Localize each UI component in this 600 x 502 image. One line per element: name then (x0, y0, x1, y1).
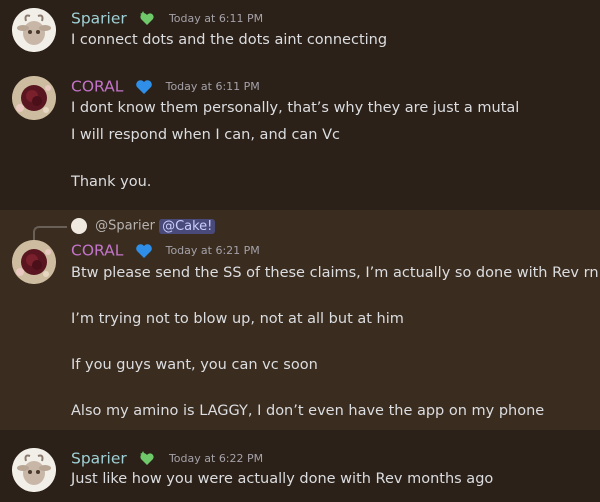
message-text: I’m trying not to blow up, not at all bu… (71, 311, 404, 327)
reply-mention[interactable]: @Cake! (159, 218, 216, 234)
message-group: Sparier Today at 6:11 PM I connect dots … (0, 0, 600, 64)
avatar[interactable] (12, 8, 56, 52)
goat-avatar-icon (12, 8, 56, 52)
rose-avatar-icon (12, 240, 56, 284)
author-name[interactable]: Sparier (71, 450, 127, 468)
message-header: CORAL Today at 6:21 PM (71, 240, 260, 262)
message-header: CORAL Today at 6:11 PM (71, 76, 260, 98)
sparkle-heart-icon (138, 450, 156, 468)
message-text: Also my amino is LAGGY, I don’t even hav… (71, 403, 545, 419)
message-text: Btw please send the SS of these claims, … (71, 265, 599, 281)
message-text: I will respond when I can, and can Vc (71, 127, 340, 143)
message-text: Thank you. (71, 174, 152, 190)
timestamp: Today at 6:11 PM (168, 12, 264, 25)
message-group: Sparier Today at 6:22 PM Just like how y… (0, 430, 600, 502)
reply-spine (33, 226, 67, 240)
author-name[interactable]: Sparier (71, 10, 127, 28)
author-name[interactable]: CORAL (71, 78, 123, 96)
blue-heart-icon (135, 78, 153, 96)
timestamp: Today at 6:11 PM (165, 80, 260, 93)
avatar[interactable] (12, 76, 56, 120)
goat-avatar-icon (71, 218, 87, 234)
timestamp: Today at 6:21 PM (165, 244, 260, 257)
reply-username[interactable]: @Sparier (95, 219, 155, 234)
timestamp: Today at 6:22 PM (168, 452, 264, 465)
message-header: Sparier Today at 6:22 PM (71, 448, 263, 470)
author-name[interactable]: CORAL (71, 242, 123, 260)
goat-avatar-icon (12, 448, 56, 492)
message-header: Sparier Today at 6:11 PM (71, 8, 263, 30)
message-text: I connect dots and the dots aint connect… (71, 32, 388, 48)
sparkle-heart-icon (138, 10, 156, 28)
reply-reference[interactable]: @Sparier @Cake! (71, 218, 216, 234)
message-group: CORAL Today at 6:11 PM I dont know them … (0, 64, 600, 210)
message-text: I dont know them personally, that’s why … (71, 100, 520, 116)
avatar[interactable] (12, 240, 56, 284)
message-text: Just like how you were actually done wit… (71, 471, 494, 487)
message-text: If you guys want, you can vc soon (71, 357, 318, 373)
avatar[interactable] (12, 448, 56, 492)
rose-avatar-icon (12, 76, 56, 120)
blue-heart-icon (135, 242, 153, 260)
